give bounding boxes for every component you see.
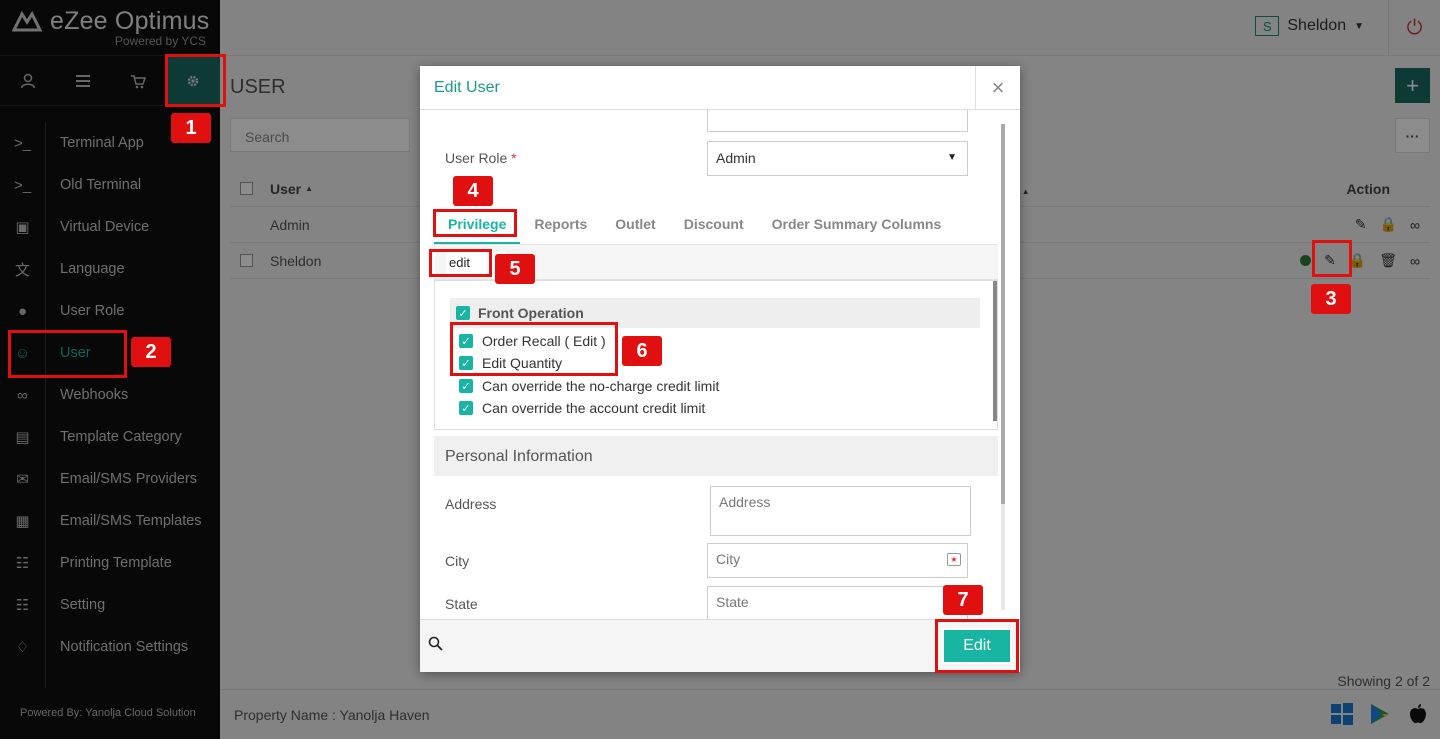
annotation-highlight — [935, 619, 1019, 673]
annotation-highlight — [433, 209, 517, 237]
scrollbar-thumb[interactable] — [1001, 124, 1005, 504]
annotation-badge: 1 — [171, 113, 211, 143]
annotation-highlight — [165, 54, 226, 107]
address-label: Address — [445, 496, 497, 512]
tab-reports[interactable]: Reports — [520, 204, 601, 245]
tab-outlet[interactable]: Outlet — [601, 204, 669, 245]
annotation-badge: 4 — [453, 176, 493, 206]
address-input[interactable]: Address — [710, 486, 971, 536]
annotation-highlight — [450, 322, 618, 376]
close-icon[interactable]: × — [975, 66, 1020, 110]
state-label: State — [445, 596, 478, 612]
annotation-highlight — [8, 330, 127, 378]
privilege-scrollbar[interactable] — [993, 281, 997, 421]
privilege-label: Can override the account credit limit — [482, 400, 706, 416]
checkbox-checked-icon[interactable]: ✓ — [459, 401, 473, 415]
privilege-item[interactable]: ✓ Can override the account credit limit — [459, 400, 705, 416]
annotation-highlight — [1312, 240, 1352, 277]
annotation-badge: 3 — [1311, 284, 1351, 314]
user-role-label-text: User Role — [445, 150, 508, 166]
caret-down-icon: ▼ — [947, 152, 957, 163]
user-role-value: Admin — [716, 150, 756, 166]
dialog-header: Edit User × — [420, 66, 1020, 110]
checkbox-checked-icon[interactable]: ✓ — [456, 306, 470, 320]
privilege-item[interactable]: ✓ Can override the no-charge credit limit — [459, 378, 719, 394]
privilege-group-label: Front Operation — [478, 305, 584, 321]
state-input[interactable]: State — [707, 586, 968, 619]
previous-field-input[interactable] — [707, 110, 968, 132]
personal-information-heading: Personal Information — [434, 436, 998, 476]
dialog-title: Edit User — [434, 79, 500, 96]
city-label: City — [445, 553, 470, 569]
required-mark: * — [511, 150, 517, 166]
annotation-highlight — [429, 249, 492, 277]
contact-card-icon: ★ — [947, 553, 961, 566]
tab-order-summary-columns[interactable]: Order Summary Columns — [758, 204, 956, 245]
annotation-badge: 2 — [131, 337, 171, 367]
annotation-badge: 5 — [495, 254, 535, 284]
annotation-badge: 6 — [622, 336, 662, 366]
dialog-footer: Edit — [420, 619, 1020, 672]
city-input[interactable]: City ★ — [707, 543, 968, 578]
user-role-label: User Role * — [445, 150, 517, 166]
annotation-badge: 7 — [943, 585, 983, 615]
city-placeholder: City — [716, 551, 741, 567]
privilege-label: Can override the no-charge credit limit — [482, 378, 720, 394]
tab-discount[interactable]: Discount — [670, 204, 758, 245]
checkbox-checked-icon[interactable]: ✓ — [459, 379, 473, 393]
search-icon[interactable] — [428, 636, 443, 655]
user-role-select[interactable]: Admin ▼ — [707, 141, 968, 176]
